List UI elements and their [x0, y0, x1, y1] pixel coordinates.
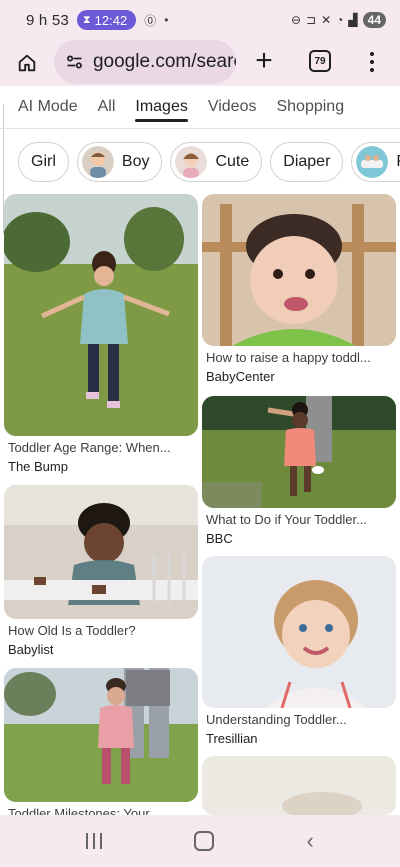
chip-boy[interactable]: Boy — [76, 142, 163, 182]
timer-text: 12:42 — [94, 12, 128, 28]
browser-toolbar: google.com/searc + 79 — [0, 40, 400, 86]
result-image[interactable] — [202, 556, 396, 708]
result-title[interactable]: Toddler Age Range: When... — [8, 440, 196, 455]
tab-shopping[interactable]: Shopping — [276, 92, 344, 122]
chip-label: Diaper — [283, 153, 331, 170]
result-source: BabyCenter — [206, 369, 275, 384]
result-title[interactable]: How to raise a happy toddl... — [206, 350, 394, 365]
status-time: 9 h 53 — [26, 11, 69, 29]
chip-label: Cute — [215, 153, 250, 170]
back-button[interactable]: ‹ — [307, 828, 314, 854]
timer-pill[interactable]: ⧗ 12:42 — [76, 10, 137, 30]
chip-more[interactable]: F — [351, 142, 400, 182]
tab-ai-mode[interactable]: AI Mode — [18, 92, 78, 122]
chip-diaper[interactable]: Diaper — [270, 142, 344, 182]
address-bar[interactable]: google.com/searc — [54, 40, 236, 84]
pinterest-icon: ⓪ — [144, 13, 157, 28]
tab-images[interactable]: Images — [135, 92, 189, 122]
result-image[interactable] — [202, 756, 396, 815]
chip-cute[interactable]: Cute — [170, 142, 263, 182]
tab-switcher-button[interactable]: 79 — [309, 50, 331, 72]
result-image[interactable] — [202, 194, 396, 346]
wifi-icon: ◔ — [336, 13, 344, 27]
tab-videos[interactable]: Videos — [208, 92, 257, 122]
result-title[interactable]: How Old Is a Toddler? — [8, 623, 196, 638]
mute-icon: ✕ — [321, 13, 332, 27]
home-button[interactable] — [12, 48, 42, 78]
result-source: BBC — [206, 531, 233, 546]
filter-chips: Girl Boy Cute Diaper F — [18, 142, 400, 182]
dnd-icon: ⊖ — [290, 13, 302, 27]
search-tabs: AI Mode All Images Videos Shopping — [18, 86, 364, 128]
home-nav-button[interactable] — [194, 831, 215, 851]
result-image[interactable] — [4, 485, 198, 619]
dot-icon: • — [164, 13, 169, 27]
result-source: Tresillian — [206, 731, 258, 746]
site-settings-icon[interactable] — [64, 51, 85, 73]
signal-icon: ▟ — [348, 13, 358, 27]
result-image[interactable] — [4, 194, 198, 436]
result-source: The Bump — [8, 459, 68, 474]
result-source: Babylist — [8, 642, 54, 657]
tab-all[interactable]: All — [98, 92, 116, 122]
chip-label: F — [396, 153, 400, 171]
chip-label: Boy — [121, 153, 150, 170]
chip-girl[interactable]: Girl — [18, 142, 69, 182]
status-bar: 9 h 53 ⧗ 12:42 ⓪ • ⊖ ⊐ ✕ ◔ ▟ 44 — [0, 0, 400, 40]
result-image[interactable] — [4, 668, 198, 802]
hourglass-icon: ⧗ — [82, 13, 91, 26]
result-title[interactable]: Toddler Milestones: Your — [8, 806, 196, 815]
result-title[interactable]: Understanding Toddler... — [206, 712, 394, 727]
chip-thumbnail — [175, 146, 208, 178]
result-title[interactable]: What to Do if Your Toddler... — [206, 512, 394, 527]
chip-thumbnail — [356, 146, 389, 178]
tabs-divider — [0, 128, 400, 129]
new-tab-button[interactable]: + — [250, 46, 278, 76]
more-menu-icon[interactable] — [364, 48, 380, 76]
url-text: google.com/searc — [92, 51, 236, 72]
chip-thumbnail — [81, 146, 114, 178]
system-nav-bar: ‹ — [0, 815, 400, 867]
result-image[interactable] — [202, 396, 396, 508]
chip-label: Girl — [31, 153, 56, 170]
sleep-icon: ⊐ — [306, 13, 317, 27]
battery-indicator: 44 — [362, 12, 386, 28]
home-icon — [18, 54, 36, 72]
recents-button[interactable] — [86, 833, 103, 849]
